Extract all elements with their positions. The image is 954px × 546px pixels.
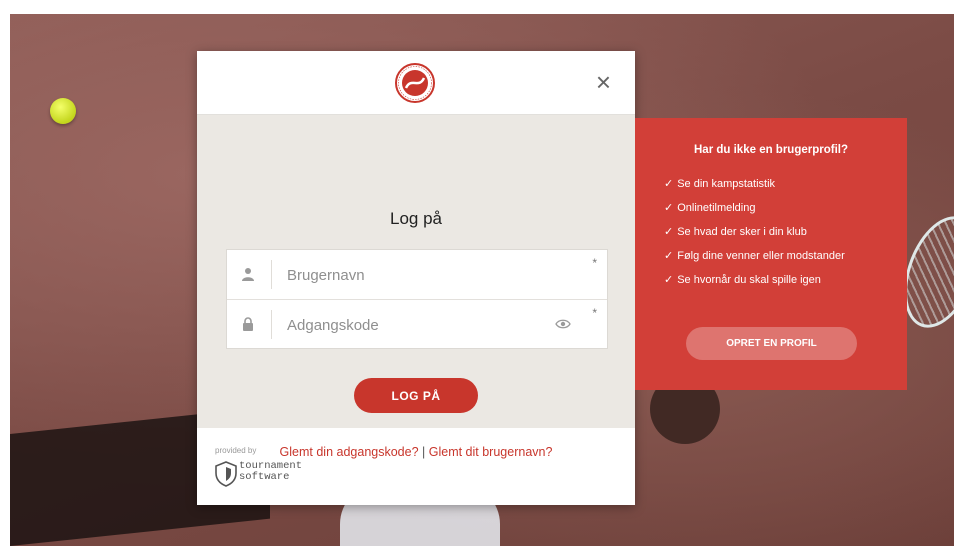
modal-header: × bbox=[197, 51, 635, 115]
modal-footer: provided by tournament software bbox=[197, 428, 635, 505]
brand-line-2: software bbox=[239, 471, 290, 483]
register-promo-panel: Har du ikke en brugerprofil? ✓ Se din kam… bbox=[635, 118, 907, 390]
required-mark: * bbox=[592, 306, 597, 320]
benefit-text: Følg dine venner eller modstander bbox=[677, 250, 845, 262]
list-item: ✓ Se din kampstatistik bbox=[664, 178, 845, 190]
login-modal: × Log på * bbox=[197, 51, 635, 505]
check-icon: ✓ bbox=[664, 250, 674, 262]
promo-benefits-list: ✓ Se din kampstatistik ✓ Onlinetilmelding … bbox=[664, 178, 845, 298]
close-icon[interactable]: × bbox=[596, 69, 611, 95]
field-divider bbox=[271, 310, 272, 339]
provided-by-label: provided by bbox=[215, 446, 257, 455]
benefit-text: Se hvad der sker i din klub bbox=[677, 226, 807, 238]
check-icon: ✓ bbox=[664, 226, 674, 238]
list-item: ✓ Se hvad der sker i din klub bbox=[664, 226, 845, 238]
promo-title: Har du ikke en brugerprofil? bbox=[694, 144, 848, 156]
eye-icon[interactable] bbox=[555, 317, 571, 331]
password-field: * bbox=[227, 299, 607, 349]
benefit-text: Se din kampstatistik bbox=[677, 178, 776, 190]
user-icon bbox=[242, 268, 254, 281]
tournament-software-shield-icon bbox=[215, 461, 237, 487]
lock-icon bbox=[243, 317, 253, 331]
list-item: ✓ Følg dine venner eller modstander bbox=[664, 250, 845, 262]
check-icon: ✓ bbox=[664, 274, 674, 286]
tennis-ball bbox=[50, 98, 76, 124]
list-item: ✓ Onlinetilmelding bbox=[664, 202, 845, 214]
username-field: * bbox=[227, 250, 607, 299]
login-button[interactable]: LOG PÅ bbox=[354, 378, 478, 413]
tennis-federation-logo bbox=[395, 63, 435, 103]
check-icon: ✓ bbox=[664, 202, 674, 214]
check-icon: ✓ bbox=[664, 178, 674, 190]
required-mark: * bbox=[592, 256, 597, 270]
benefit-text: Onlinetilmelding bbox=[677, 202, 756, 214]
username-input[interactable] bbox=[285, 262, 549, 288]
create-profile-button[interactable]: OPRET EN PROFIL bbox=[686, 327, 857, 360]
benefit-text: Se hvornår du skal spille igen bbox=[677, 274, 821, 286]
credentials-form: * * bbox=[226, 249, 608, 349]
login-title: Log på bbox=[390, 209, 442, 228]
field-divider bbox=[271, 260, 272, 289]
password-input[interactable] bbox=[285, 312, 549, 338]
tournament-software-brand[interactable]: tournament software bbox=[239, 461, 302, 483]
login-form-area: Log på * bbox=[197, 115, 635, 459]
list-item: ✓ Se hvornår du skal spille igen bbox=[664, 274, 845, 286]
